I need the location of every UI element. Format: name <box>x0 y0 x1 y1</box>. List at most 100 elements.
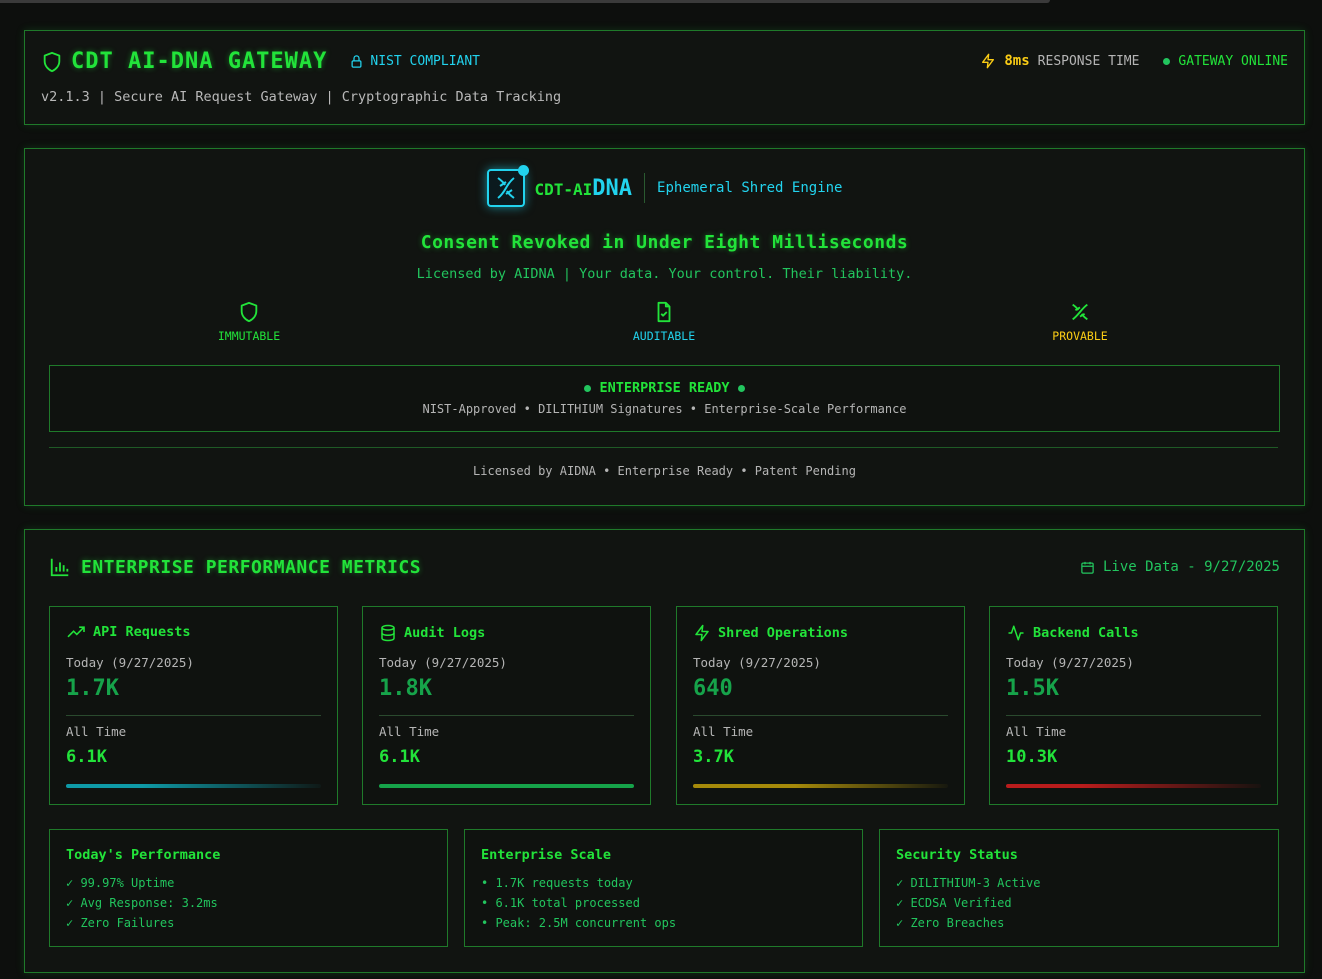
card-divider <box>693 715 948 716</box>
response-time-label: RESPONSE TIME <box>1037 53 1140 69</box>
card-divider <box>66 715 321 716</box>
enterprise-scale-panel: Enterprise Scale • 1.7K requests today •… <box>464 829 863 947</box>
brand-name: CDT-AIDNA <box>535 176 633 201</box>
metrics-title: ENTERPRISE PERFORMANCE METRICS <box>81 556 422 578</box>
brand-prefix: CDT-AI <box>534 179 593 199</box>
today-label: Today (9/27/2025) <box>379 655 507 670</box>
card-divider <box>379 715 634 716</box>
list-item: ✓ Zero Failures <box>66 916 175 930</box>
bar-chart-icon <box>49 556 71 578</box>
today-label: Today (9/27/2025) <box>66 655 194 670</box>
header-subtitle: v2.1.3 | Secure AI Request Gateway | Cry… <box>41 89 562 105</box>
gateway-header: CDT AI-DNA GATEWAY NIST COMPLIANT v2.1.3… <box>24 30 1305 125</box>
card-title: Backend Calls <box>1033 625 1139 641</box>
online-dot-icon <box>1163 57 1171 65</box>
live-data-indicator: Live Data - 9/27/2025 <box>1080 559 1280 575</box>
status-dot-icon <box>584 384 592 392</box>
card-accent-bar <box>66 784 321 788</box>
all-time-label: All Time <box>693 724 754 739</box>
metric-card-shred-operations: Shred Operations Today (9/27/2025) 640 A… <box>676 606 965 805</box>
license-line: Licensed by AIDNA | Your data. Your cont… <box>416 266 913 282</box>
card-header: Shred Operations <box>693 624 848 642</box>
metric-card-audit-logs: Audit Logs Today (9/27/2025) 1.8K All Ti… <box>362 606 651 805</box>
all-time-label: All Time <box>66 724 127 739</box>
dna-logo-icon <box>486 165 529 207</box>
today-value: 1.7K <box>66 676 119 701</box>
all-time-label: All Time <box>379 724 440 739</box>
page-title: CDT AI-DNA GATEWAY <box>71 49 328 74</box>
panel-title: Today's Performance <box>66 847 221 863</box>
brand-row: CDT-AIDNA Ephemeral Shred Engine <box>25 165 1304 207</box>
list-item: ✓ Avg Response: 3.2ms <box>66 896 218 910</box>
card-header: Audit Logs <box>379 624 485 642</box>
panel-title: Enterprise Scale <box>481 847 612 863</box>
activity-icon <box>1006 624 1026 642</box>
hero-footer: Licensed by AIDNA • Enterprise Ready • P… <box>473 464 856 478</box>
browser-scroll-edge <box>0 0 1050 3</box>
list-item: ✓ DILITHIUM-3 Active <box>896 876 1041 890</box>
feature-label: AUDITABLE <box>632 329 696 343</box>
metric-card-backend-calls: Backend Calls Today (9/27/2025) 1.5K All… <box>989 606 1278 805</box>
shield-icon <box>41 51 63 73</box>
today-value: 1.5K <box>1006 676 1059 701</box>
security-status-panel: Security Status ✓ DILITHIUM-3 Active ✓ E… <box>879 829 1279 947</box>
performance-metrics-section: ENTERPRISE PERFORMANCE METRICS Live Data… <box>24 529 1305 973</box>
list-item: • Peak: 2.5M concurrent ops <box>481 916 677 930</box>
lightning-icon <box>980 53 996 69</box>
today-value: 1.8K <box>379 676 432 701</box>
calendar-icon <box>1080 560 1095 575</box>
file-check-icon <box>584 301 744 323</box>
nist-badge: NIST COMPLIANT <box>343 54 480 69</box>
list-item: ✓ 99.97% Uptime <box>66 876 175 890</box>
live-data-label: Live Data - 9/27/2025 <box>1102 559 1280 575</box>
card-accent-bar <box>1006 784 1261 788</box>
list-item: ✓ ECDSA Verified <box>896 896 1012 910</box>
card-header: Backend Calls <box>1006 624 1139 642</box>
list-item: • 1.7K requests today <box>481 876 633 890</box>
panel-list: • 1.7K requests today • 6.1K total proce… <box>481 873 676 933</box>
header-title-row: CDT AI-DNA GATEWAY NIST COMPLIANT <box>41 49 480 74</box>
all-time-label: All Time <box>1006 724 1067 739</box>
dna-icon <box>1000 301 1160 323</box>
brand-hero: CDT-AIDNA Ephemeral Shred Engine Consent… <box>24 148 1305 506</box>
nist-badge-label: NIST COMPLIANT <box>370 54 480 69</box>
brand-divider <box>644 173 646 203</box>
gateway-status-label: GATEWAY ONLINE <box>1178 53 1288 69</box>
gateway-status-badge: GATEWAY ONLINE <box>1163 54 1288 69</box>
all-time-value: 3.7K <box>693 747 734 767</box>
header-status: 8ms RESPONSE TIME GATEWAY ONLINE <box>980 53 1288 69</box>
panel-list: ✓ DILITHIUM-3 Active ✓ ECDSA Verified ✓ … <box>896 873 1041 933</box>
list-item: • 6.1K total processed <box>481 896 640 910</box>
card-accent-bar <box>693 784 948 788</box>
today-label: Today (9/27/2025) <box>693 655 821 670</box>
database-icon <box>379 624 397 642</box>
trending-up-icon <box>66 624 86 640</box>
enterprise-title: ENTERPRISE READY <box>599 380 730 396</box>
enterprise-ready-box: ENTERPRISE READY NIST-Approved • DILITHI… <box>49 365 1280 432</box>
card-divider <box>1006 715 1261 716</box>
hero-tagline: Consent Revoked in Under Eight Milliseco… <box>420 232 909 253</box>
feature-label: PROVABLE <box>1052 329 1108 343</box>
lock-icon <box>349 54 364 69</box>
all-time-value: 6.1K <box>379 747 420 767</box>
card-title: Shred Operations <box>718 625 849 641</box>
feature-label: IMMUTABLE <box>217 329 281 343</box>
enterprise-title-row: ENTERPRISE READY <box>50 380 1279 396</box>
zap-icon <box>693 624 711 642</box>
todays-performance-panel: Today's Performance ✓ 99.97% Uptime ✓ Av… <box>49 829 448 947</box>
logo-status-dot <box>517 165 529 176</box>
card-header: API Requests <box>66 624 191 640</box>
feature-immutable: IMMUTABLE <box>169 301 329 343</box>
card-title: API Requests <box>93 624 191 640</box>
enterprise-subtitle: NIST-Approved • DILITHIUM Signatures • E… <box>422 402 907 416</box>
today-label: Today (9/27/2025) <box>1006 655 1134 670</box>
status-dot-icon <box>737 384 745 392</box>
engine-name: Ephemeral Shred Engine <box>657 180 843 196</box>
metrics-title-row: ENTERPRISE PERFORMANCE METRICS <box>49 556 421 578</box>
hero-divider <box>49 447 1278 448</box>
shield-icon <box>169 301 329 323</box>
feature-provable: PROVABLE <box>1000 301 1160 343</box>
today-value: 640 <box>693 676 733 701</box>
brand-suffix: DNA <box>592 175 633 201</box>
list-item: ✓ Zero Breaches <box>896 916 1005 930</box>
